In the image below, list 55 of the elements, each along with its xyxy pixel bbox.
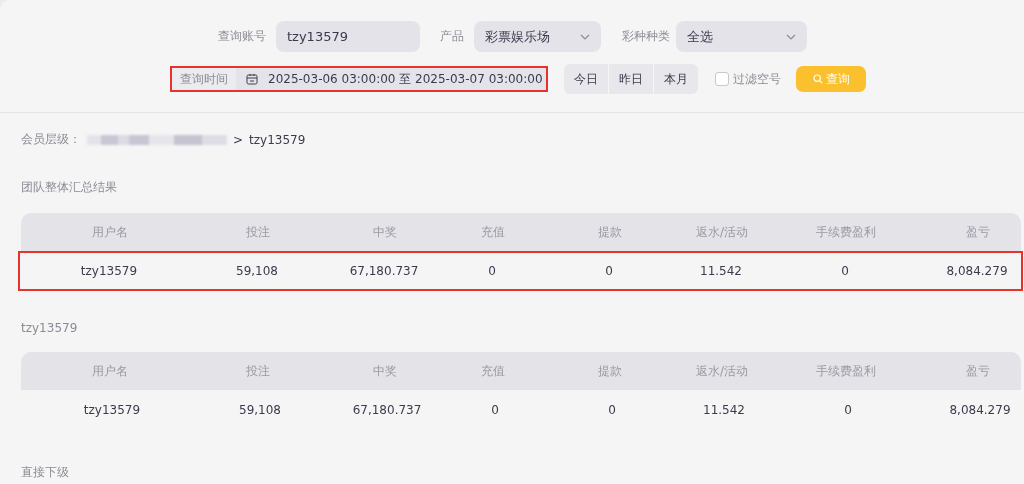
section-title: tzy13579 [20,321,79,335]
table-cell-text: 8,084.279 [948,403,1012,417]
column-header: 返水/活动 [694,223,749,241]
column-header: 充值 [480,362,506,380]
date-range-button[interactable]: 昨日 [609,64,653,94]
column-header: 中奖 [372,362,398,380]
column-header: 投注 [245,223,271,241]
table-cell-text: tzy13579 [82,403,142,417]
table-cell-text: tzy13579 [79,264,139,278]
table-cell-text: 67,180.737 [348,264,420,278]
date-range-button[interactable]: 今日 [564,64,608,94]
checkbox-label: 过滤空号 [733,70,781,88]
account-field[interactable]: tzy13579 [276,21,420,52]
column-header: 充值 [480,223,506,241]
table-cell-text: 67,180.737 [351,403,423,417]
column-header: 投注 [245,362,271,380]
section-title: 团队整体汇总结果 [20,179,118,196]
column-header: 盈亏 [965,223,991,241]
table-cell-text: 11.542 [699,264,743,278]
column-header: 用户名 [91,223,129,241]
table-cell-text: 0 [843,403,853,417]
column-header: 手续费盈利 [815,223,877,241]
column-header: 盈亏 [965,362,991,380]
field-label: 彩种种类 [622,28,670,45]
search-icon [812,74,823,84]
table-cell-text: 8,084.279 [945,264,1009,278]
table-cell-text: 59,108 [235,264,279,278]
date-range-button[interactable]: 本月 [654,64,698,94]
column-header: 提款 [597,362,623,380]
column-header: 提款 [597,223,623,241]
table-cell-text: 0 [604,264,614,278]
column-header: 中奖 [372,223,398,241]
date-range-field[interactable]: 2025-03-06 03:00:00 至 2025-03-07 03:00:00 [236,68,546,90]
field-label: 产品 [440,28,464,45]
column-header: 返水/活动 [694,362,749,380]
table-cell-text: 0 [490,403,500,417]
table-cell-text: 0 [607,403,617,417]
checkbox[interactable] [715,72,729,86]
field-label: 查询时间 [172,68,236,90]
table-cell-text: 59,108 [238,403,282,417]
breadcrumb-item[interactable]: tzy13579 [249,132,306,147]
calendar-icon [246,73,258,85]
breadcrumb-label: 会员层级： [21,131,81,148]
table-cell-text: 0 [840,264,850,278]
breadcrumb-separator: > [233,132,244,147]
chevron-down-icon [786,33,796,40]
table-cell-text: 11.542 [702,403,746,417]
lottery-type-select[interactable]: 全选 [676,21,807,52]
column-header: 用户名 [91,362,129,380]
table-cell-text: 0 [487,264,497,278]
chevron-down-icon [580,33,590,40]
field-label: 查询账号 [218,28,266,45]
product-select[interactable]: 彩票娱乐场 [474,21,601,52]
section-title: 直接下级 [20,464,70,481]
column-header: 手续费盈利 [815,362,877,380]
